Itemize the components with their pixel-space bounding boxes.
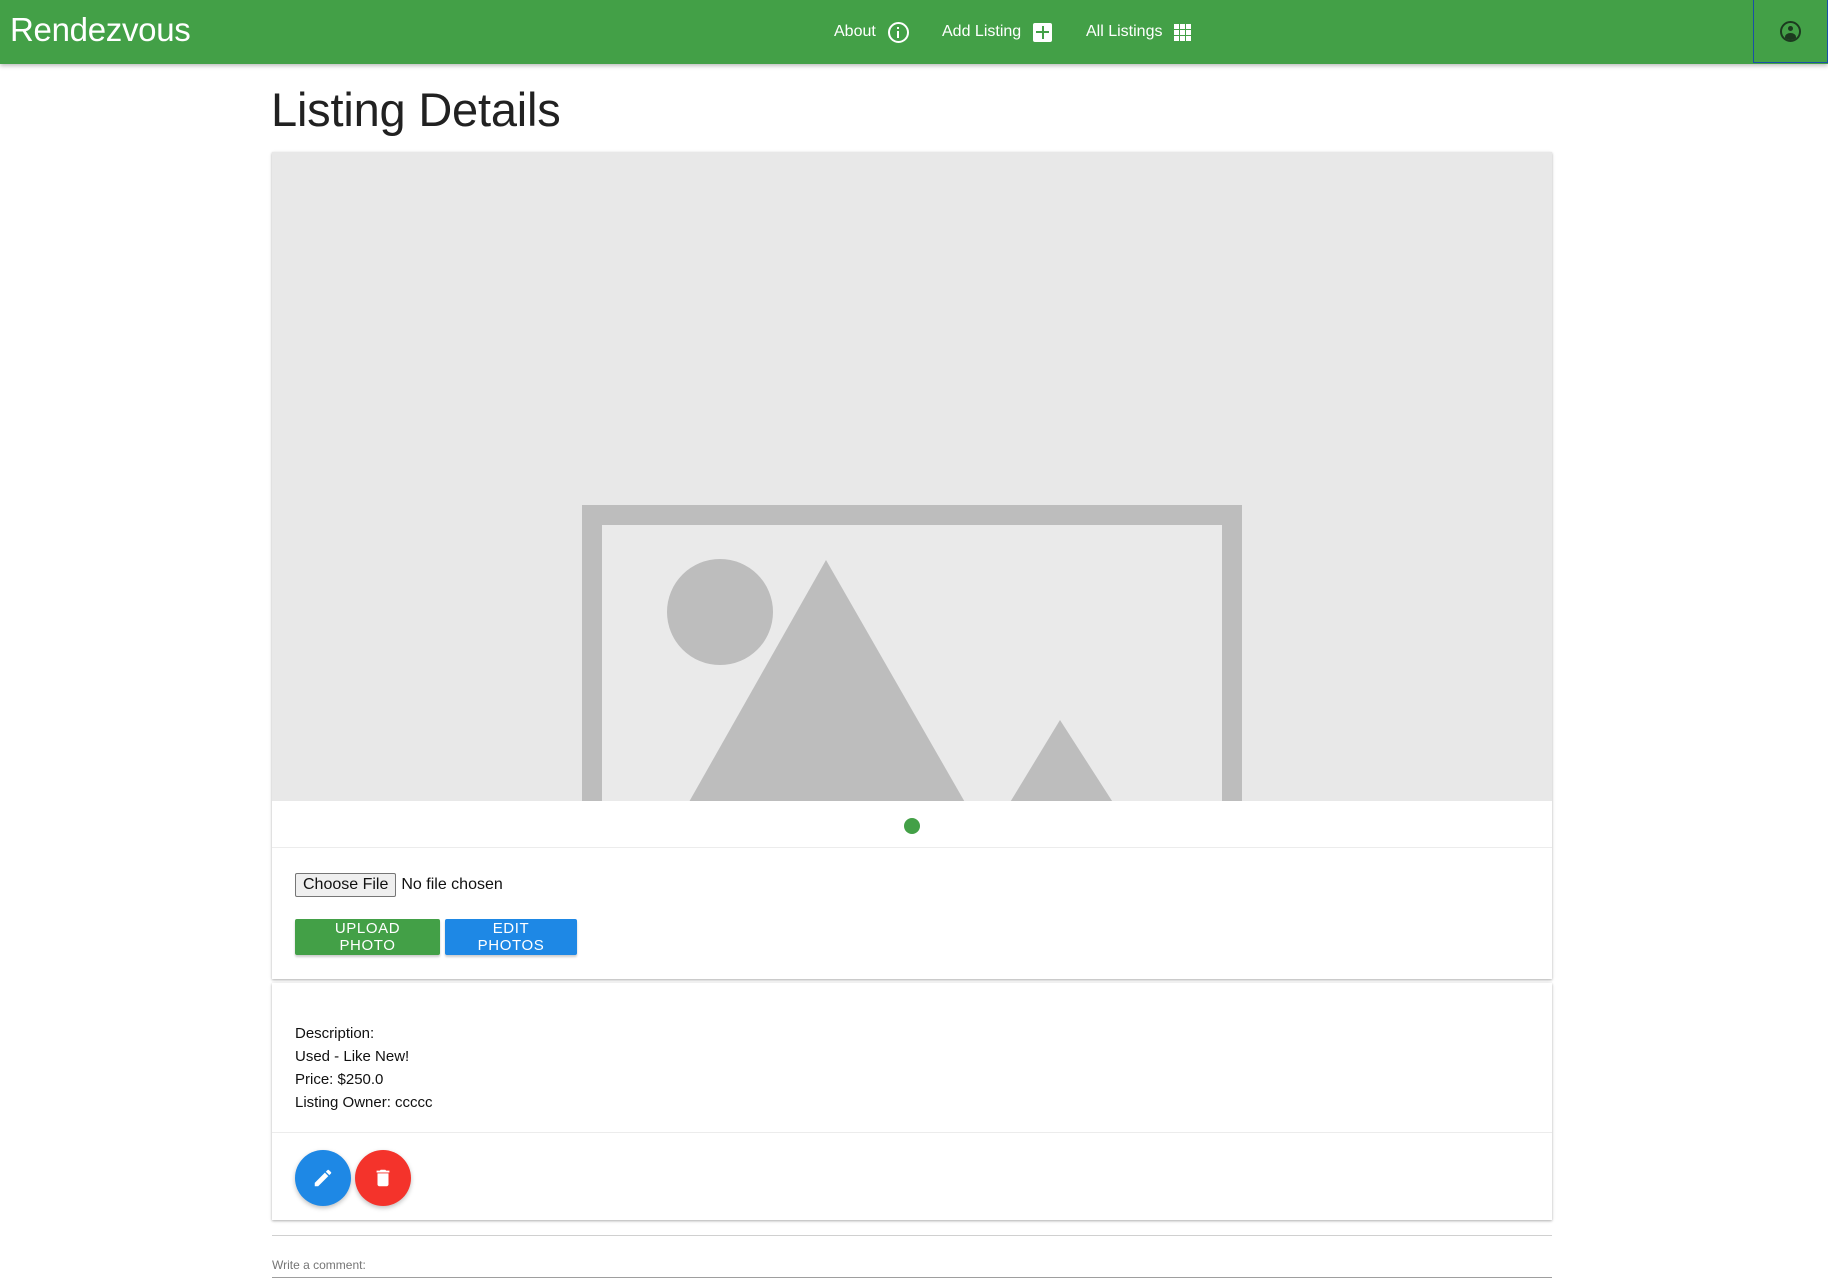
photo-actions: UPLOAD PHOTO EDIT PHOTOS [295, 919, 577, 955]
nav-all-listings[interactable]: All Listings [1086, 0, 1193, 64]
description-label: Description: [295, 1025, 375, 1042]
divider [272, 1132, 1552, 1133]
carousel-dot[interactable] [904, 818, 920, 834]
account-button[interactable] [1753, 0, 1828, 63]
divider [272, 847, 1552, 848]
listing-info-card: Description: Used - Like New! Price: $25… [272, 983, 1552, 1220]
delete-listing-button[interactable] [355, 1150, 411, 1206]
account-icon [1780, 20, 1801, 42]
top-app-bar: Rendezvous About Add Listing All Listing… [0, 0, 1828, 64]
nav-about-label: About [834, 23, 876, 40]
brand-title[interactable]: Rendezvous [10, 11, 191, 49]
file-status-text: No file chosen [401, 876, 503, 893]
listing-photo [272, 152, 1552, 801]
pencil-icon [314, 1169, 332, 1187]
nav-add-listing-label: Add Listing [942, 23, 1022, 40]
nav-all-listings-label: All Listings [1086, 23, 1163, 40]
photo-card: Choose File No file chosen UPLOAD PHOTO … [272, 152, 1552, 979]
comment-label: Write a comment: [272, 1258, 366, 1272]
edit-photos-button[interactable]: EDIT PHOTOS [445, 919, 577, 955]
price-text: Price: $250.0 [295, 1071, 384, 1088]
image-placeholder-icon [582, 505, 1242, 801]
nav-about[interactable]: About [834, 0, 909, 64]
trash-icon [376, 1169, 390, 1187]
listing-details: Description: Used - Like New! Price: $25… [295, 1022, 433, 1114]
add-box-icon [1033, 22, 1053, 42]
choose-file-button[interactable]: Choose File [295, 873, 397, 897]
info-icon [887, 21, 909, 43]
edit-listing-button[interactable] [295, 1150, 351, 1206]
file-picker: Choose File No file chosen [295, 873, 503, 897]
comments-divider [272, 1235, 1552, 1236]
grid-icon [1174, 23, 1193, 41]
page-title: Listing Details [271, 83, 561, 136]
nav-add-listing[interactable]: Add Listing [942, 0, 1053, 64]
description-text: Used - Like New! [295, 1048, 410, 1065]
owner-text: Listing Owner: ccccc [295, 1094, 433, 1111]
upload-photo-button[interactable]: UPLOAD PHOTO [295, 919, 440, 955]
